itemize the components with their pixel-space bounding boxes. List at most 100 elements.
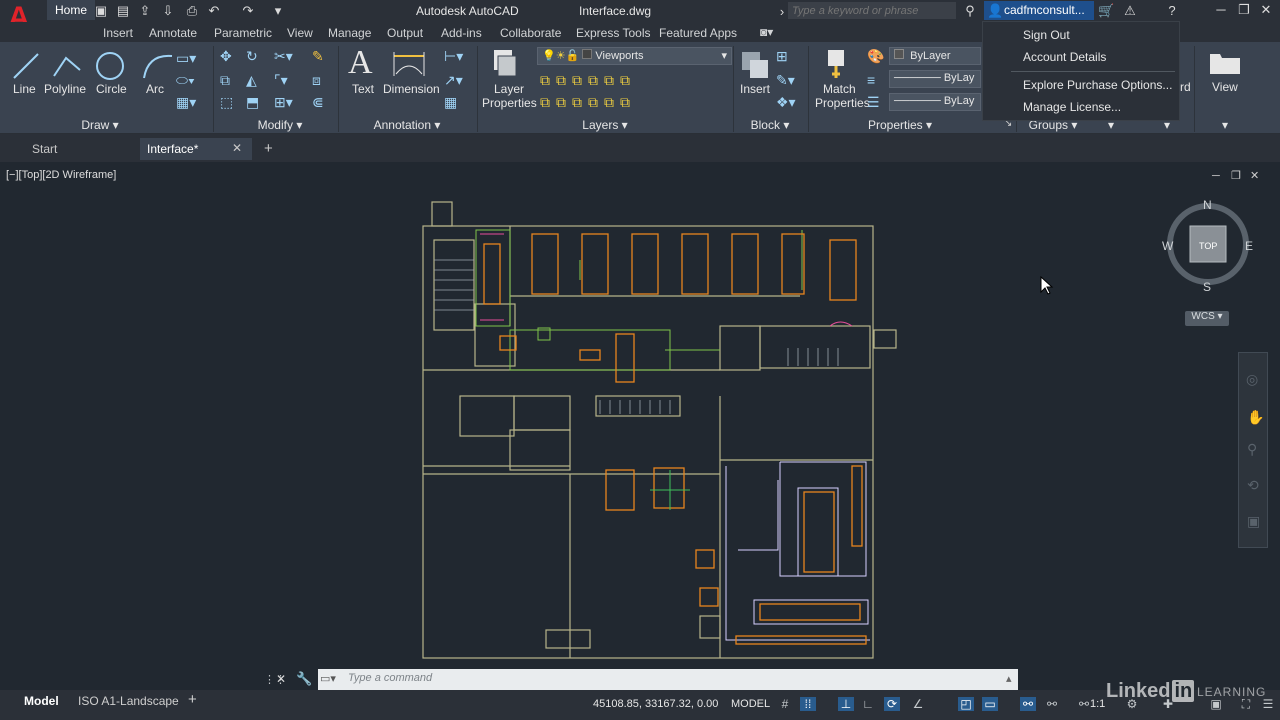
menu-item-explore-purchase[interactable]: Explore Purchase Options... [1023, 78, 1172, 92]
panel-annotation[interactable]: Annotation ▾ [362, 118, 452, 134]
dimension-icon[interactable] [392, 50, 426, 78]
menu-item-account-details[interactable]: Account Details [1023, 50, 1106, 64]
dimension-button[interactable]: Dimension [383, 82, 440, 96]
tab-featured-apps[interactable]: Featured Apps [659, 26, 737, 40]
help-icon[interactable]: ? [1164, 3, 1180, 18]
pan-icon[interactable]: ✋ [1247, 409, 1264, 426]
fillet-icon[interactable]: ⌜▾ [274, 72, 288, 89]
hatch-icon[interactable]: ⬭▾ [176, 72, 195, 89]
tab-start[interactable]: Start [32, 142, 57, 156]
viewport-minimize-icon[interactable]: ─ [1212, 170, 1220, 182]
color-dropdown[interactable]: ByLayer [889, 47, 981, 65]
tab-home[interactable]: Home [47, 0, 96, 20]
panel-layers[interactable]: Layers ▾ [570, 118, 640, 134]
save-as-icon[interactable]: ▤ [115, 3, 131, 18]
tab-insert[interactable]: Insert [103, 26, 133, 40]
tab-collaborate[interactable]: Collaborate [500, 26, 561, 40]
isolate-objects-icon[interactable]: ▣ [1208, 697, 1224, 711]
create-block-icon[interactable]: ⊞ [776, 48, 788, 65]
command-input[interactable]: Type a command [348, 672, 432, 684]
array-icon[interactable]: ⊞▾ [274, 94, 293, 111]
minimize-icon[interactable]: ─ [1212, 2, 1230, 20]
match-properties-icon[interactable] [824, 48, 854, 80]
tab-annotate[interactable]: Annotate [149, 26, 197, 40]
close-tab-icon[interactable]: ✕ [232, 141, 242, 155]
layer-properties-label-1[interactable]: Layer [494, 82, 524, 96]
layout-tab-iso-a1[interactable]: ISO A1-Landscape [78, 694, 179, 708]
stretch-icon[interactable]: ⬚ [220, 94, 233, 111]
customization-menu-icon[interactable]: ☰ [1260, 697, 1276, 711]
isodraft-icon[interactable]: ⟳ [884, 697, 900, 711]
layer-properties-icon[interactable] [492, 48, 522, 78]
save-web-icon[interactable]: ⇩ [160, 3, 176, 18]
compass-north[interactable]: N [1203, 198, 1212, 212]
scale-icon[interactable]: ⬒ [246, 94, 259, 111]
tab-express-tools[interactable]: Express Tools [576, 26, 650, 40]
object-snap-icon[interactable]: ◰ [958, 697, 974, 711]
undo-icon[interactable]: ↶ [206, 3, 222, 18]
object-snap-tracking-icon[interactable]: ∠ [910, 697, 926, 711]
recent-commands-icon[interactable]: ▭▾ [320, 672, 336, 685]
new-tab-icon[interactable]: + [264, 140, 273, 157]
clipboard-label-partial[interactable]: rd [1180, 80, 1191, 94]
match-properties-label-2[interactable]: Properties [815, 96, 870, 110]
grid-icon[interactable]: # [777, 697, 793, 711]
match-properties-label-1[interactable]: Match [823, 82, 856, 96]
trim-icon[interactable]: ✂▾ [274, 48, 293, 65]
polar-icon[interactable]: ∟ [860, 697, 876, 711]
open-web-icon[interactable]: ⇪ [137, 3, 153, 18]
close-icon[interactable]: ✕ [1257, 2, 1275, 20]
lineweight-toggle-icon[interactable]: ▭ [982, 697, 998, 711]
erase-icon[interactable]: ✎ [312, 48, 324, 65]
viewport-restore-icon[interactable]: ❐ [1231, 169, 1241, 182]
copy-icon[interactable]: ⧉ [220, 72, 230, 89]
offset-icon[interactable]: ⋐ [312, 94, 324, 111]
linetype-dropdown[interactable]: ────── ByLay [889, 93, 981, 111]
ribbon-toggle-icon[interactable]: ◙▾ [760, 25, 773, 39]
layer-dropdown[interactable]: 💡☀🔓 Viewports ▾ [537, 47, 732, 65]
viewcube[interactable]: N S E W TOP [1160, 196, 1256, 296]
viewcube-face-top[interactable]: TOP [1199, 241, 1217, 251]
lineweight-dropdown[interactable]: ────── ByLay [889, 70, 981, 88]
close-command-icon[interactable]: ✕ [276, 672, 286, 686]
steering-wheel-icon[interactable]: ◎ [1246, 371, 1258, 388]
move-icon[interactable]: ✥ [220, 48, 232, 65]
binoculars-icon[interactable]: ⚲ [962, 3, 978, 18]
floor-plan-drawing[interactable] [420, 200, 900, 672]
layer-properties-label-2[interactable]: Properties [482, 96, 537, 110]
line-button[interactable]: Line [13, 82, 36, 96]
table-icon[interactable]: ▦ [444, 94, 457, 111]
explode-icon[interactable]: ⧈ [312, 72, 321, 89]
customize-command-icon[interactable]: 🔧 [296, 671, 312, 687]
rotate-icon[interactable]: ↻ [246, 48, 258, 65]
ortho-icon[interactable]: ⊥ [838, 697, 854, 711]
annotation-visibility-icon[interactable]: ⚯ [1020, 697, 1036, 711]
redo-icon[interactable]: ↷ [240, 3, 256, 18]
viewport-controls[interactable]: [−][Top][2D Wireframe] [6, 169, 116, 181]
mirror-icon[interactable]: ◭ [246, 72, 257, 89]
tab-manage[interactable]: Manage [328, 26, 371, 40]
compass-south[interactable]: S [1203, 280, 1211, 294]
search-input[interactable] [788, 2, 956, 19]
tab-add-ins[interactable]: Add-ins [441, 26, 482, 40]
annotation-scale-value[interactable]: 1:1 [1090, 698, 1105, 710]
showmotion-icon[interactable]: ▣ [1247, 513, 1260, 530]
orbit-icon[interactable]: ⟲ [1247, 477, 1259, 494]
compass-east[interactable]: E [1245, 239, 1253, 253]
view-button[interactable]: View [1212, 80, 1238, 94]
view-icon[interactable] [1208, 50, 1242, 76]
leader-icon[interactable]: ↗▾ [444, 72, 463, 89]
model-space-toggle[interactable]: MODEL [731, 698, 770, 710]
command-history-icon[interactable]: ▴ [1006, 672, 1012, 685]
rectangle-icon[interactable]: ▭▾ [176, 50, 196, 67]
layer-tools-row2-icons[interactable]: ⧉⧉⧉⧉⧉⧉ [540, 94, 636, 111]
linear-dim-icon[interactable]: ⊢▾ [444, 48, 463, 65]
clean-screen-icon[interactable]: ⛶ [1238, 697, 1254, 711]
cart-icon[interactable]: 🛒 [1098, 3, 1114, 18]
menu-item-manage-license[interactable]: Manage License... [1023, 100, 1121, 114]
polyline-button[interactable]: Polyline [44, 82, 86, 96]
panel-draw[interactable]: Draw ▾ [60, 118, 140, 134]
tab-parametric[interactable]: Parametric [214, 26, 272, 40]
panel-view-toggle[interactable]: ▾ [1210, 118, 1240, 134]
viewport-close-icon[interactable]: ✕ [1250, 169, 1259, 182]
